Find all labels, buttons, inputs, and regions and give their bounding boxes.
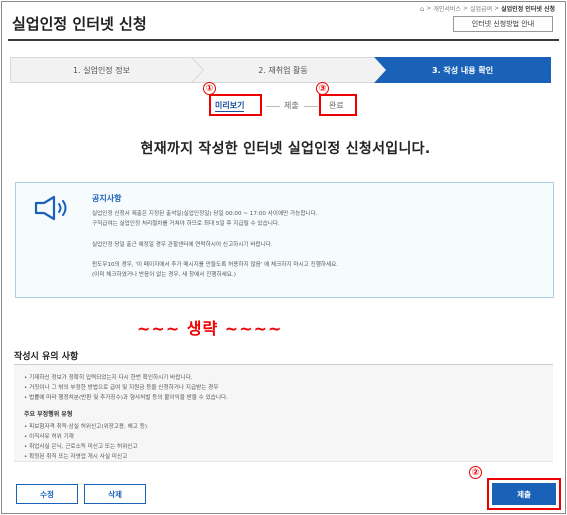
tab-separator xyxy=(266,106,280,107)
step-3-active: 3. 작성 내용 확인 xyxy=(374,57,551,83)
page-title: 실업인정 인터넷 신청 xyxy=(12,15,147,33)
tab-preview[interactable]: 미리보기 xyxy=(215,100,245,112)
breadcrumb-sep: > xyxy=(462,5,469,12)
page-headline: 현재까지 작성한 인터넷 실업인정 신청서입니다. xyxy=(140,141,431,157)
tab-complete[interactable]: 완료 xyxy=(329,100,344,111)
fraud-line: • 취업사실 은닉, 근로소득 미신고 또는 허위신고 xyxy=(24,444,138,450)
title-divider xyxy=(8,39,559,41)
step-2: 2. 재취업 활동 xyxy=(192,57,374,83)
breadcrumb-sep: > xyxy=(494,5,500,12)
notice-line: 실업인정 신청서 제출은 지정된 출석일(실업인정일) 당일 00:00 ~ 1… xyxy=(92,211,318,217)
tab-separator xyxy=(304,106,318,107)
breadcrumb: ⌂ > 개인서비스 > 실업급여 > 실업인정 인터넷 신청 xyxy=(420,4,555,14)
step-1: 1. 실업인정 정보 xyxy=(10,57,192,83)
progress-steps: 1. 실업인정 정보 2. 재취업 활동 3. 작성 내용 확인 xyxy=(10,57,551,83)
delete-button[interactable]: 삭제 xyxy=(84,484,146,504)
caution-title: 작성시 유의 사항 xyxy=(14,352,79,362)
edit-button[interactable]: 수정 xyxy=(16,484,78,504)
caution-box: • 기재하신 정보가 정확히 입력되었는지 다시 한번 확인하시기 바랍니다. … xyxy=(14,364,553,462)
fraud-line: • 확정된 취직 또는 자영업 개시 사실 미신고 xyxy=(24,454,128,460)
notice-line: 윈도우10의 경우, '이 페이지에서 추가 메시지를 만들도록 허용하지 않음… xyxy=(92,262,339,268)
tab-submit[interactable]: 제출 xyxy=(284,100,299,111)
omitted-section-label: ~~~ 생략 ~~~~ xyxy=(137,319,283,338)
breadcrumb-item-current: 실업인정 인터넷 신청 xyxy=(501,6,555,13)
breadcrumb-sep: > xyxy=(426,5,432,12)
caution-line: • 기재하신 정보가 정확히 입력되었는지 다시 한번 확인하시기 바랍니다. xyxy=(24,375,193,381)
home-icon[interactable]: ⌂ xyxy=(420,5,424,13)
breadcrumb-item-benefit[interactable]: 실업급여 xyxy=(470,4,492,13)
notice-box: 공지사항 실업인정 신청서 제출은 지정된 출석일(실업인정일) 당일 00:0… xyxy=(15,182,554,298)
page-frame: ⌂ > 개인서비스 > 실업급여 > 실업인정 인터넷 신청 실업인정 인터넷 … xyxy=(1,1,566,514)
fraud-title: 주요 부정행위 유형 xyxy=(24,411,73,418)
speaker-icon xyxy=(34,195,67,221)
submit-button[interactable]: 제출 xyxy=(492,483,556,505)
annotation-mark-2: ② xyxy=(469,466,482,479)
guide-button[interactable]: 인터넷 신청방법 안내 xyxy=(453,16,553,32)
fraud-line: • 이직사유 허위 기재 xyxy=(24,434,74,440)
notice-line: 실업인정 당일 출근 예정일 경우 관할센터에 연락하시어 신고하시기 바랍니다… xyxy=(92,242,273,248)
notice-line: 구직급여는 실업인정 처리절차를 거쳐야 하므로 최대 5일 후 지급될 수 있… xyxy=(92,221,280,227)
caution-line: • 법률에 따라 행정처분(반환 및 추가징수)과 형사처벌 등의 불이익을 받… xyxy=(24,395,228,401)
fraud-line: • 피보험자격 취득·상실 허위신고(위장고용, 해고 등) xyxy=(24,424,148,430)
step-chevron xyxy=(374,57,386,83)
notice-title: 공지사항 xyxy=(92,194,122,203)
notice-line: (이미 체크하였거나 반응이 없는 경우, 새 창에서 진행하세요.) xyxy=(92,272,236,278)
caution-line: • 거짓이나 그 밖의 부정한 방법으로 급여 및 지원금 등을 신청하거나 지… xyxy=(24,385,219,391)
step-chevron xyxy=(191,57,203,83)
breadcrumb-item-personal[interactable]: 개인서비스 xyxy=(433,4,461,13)
